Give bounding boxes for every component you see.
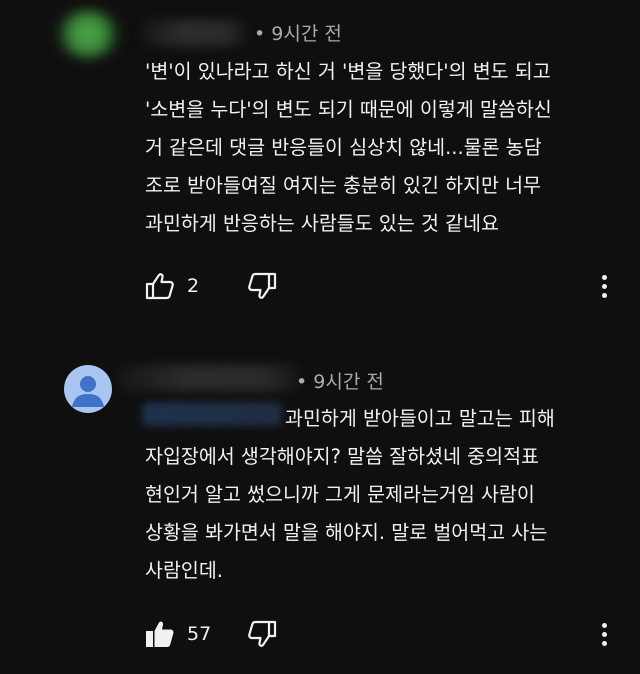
comments-page: • 9시간 전 '변'이 있나라고 하신 거 '변을 당했다'의 변도 되고 '… — [0, 0, 640, 674]
comment-actions: 2 — [145, 271, 277, 301]
comment-text: 과민하게 받아들이고 말고는 피해 자입장에서 생각해야지? 말씀 잘하셨네 중… — [145, 407, 555, 582]
thumb-up-filled-icon[interactable] — [145, 620, 175, 648]
more-vert-icon[interactable] — [592, 271, 616, 301]
thumb-up-outline-icon[interactable] — [145, 272, 175, 300]
avatar[interactable] — [64, 365, 112, 413]
thumb-down-outline-icon[interactable] — [247, 620, 277, 648]
author-name-redacted[interactable] — [140, 20, 248, 46]
more-vert-icon[interactable] — [592, 619, 616, 649]
comment-timestamp: • 9시간 전 — [296, 371, 384, 393]
like-count: 57 — [187, 623, 212, 645]
author-name-redacted[interactable] — [116, 365, 302, 391]
comment-actions: 57 — [145, 619, 277, 649]
avatar[interactable] — [56, 10, 120, 58]
like-count: 2 — [187, 275, 200, 297]
comment-text: '변'이 있나라고 하신 거 '변을 당했다'의 변도 되고 '소변을 누다'의… — [145, 60, 552, 235]
comment-timestamp: • 9시간 전 — [254, 23, 342, 45]
default-avatar-icon — [72, 376, 104, 407]
thumb-down-outline-icon[interactable] — [247, 272, 277, 300]
